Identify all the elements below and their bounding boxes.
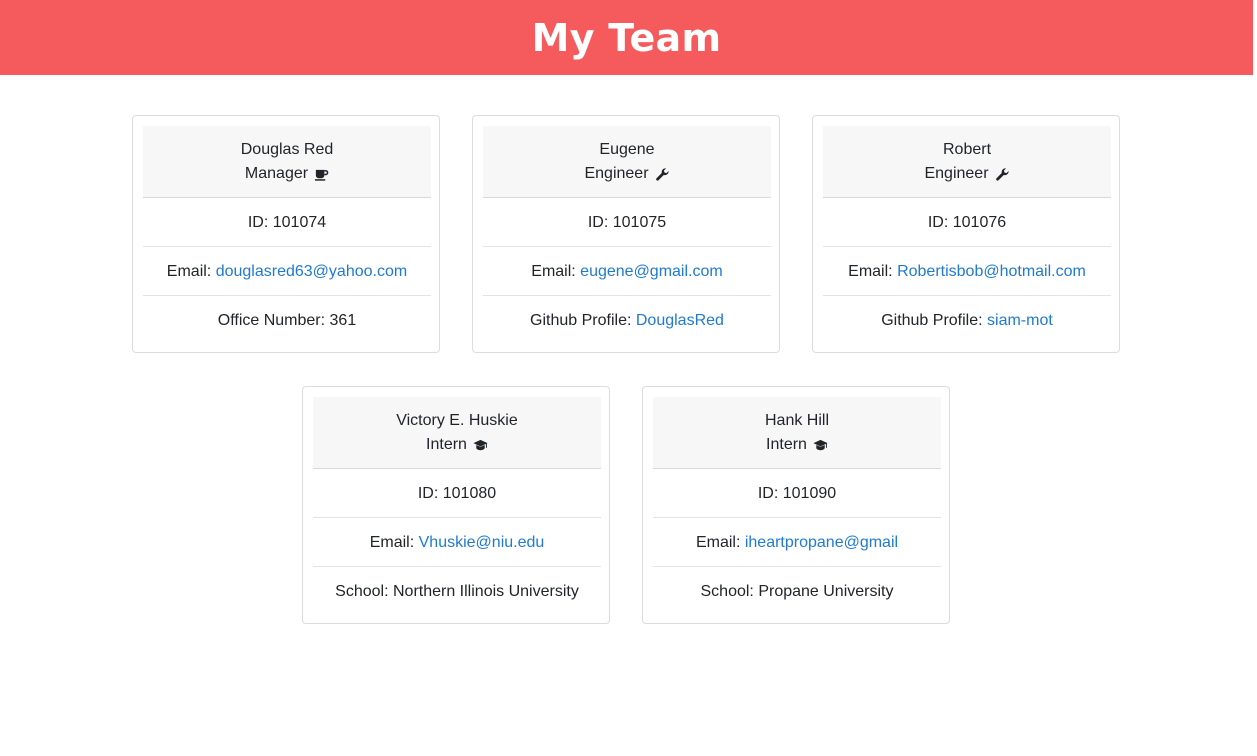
role-label: Engineer	[584, 165, 649, 182]
employee-id: ID: 101075	[483, 198, 771, 247]
employee-id: ID: 101090	[653, 469, 941, 518]
page-title: My Team	[531, 15, 722, 60]
email-label: Email:	[369, 534, 419, 551]
school-row: School: Propane University	[700, 583, 894, 600]
employee-name: Douglas Red	[240, 141, 334, 158]
employee-card-intern: Victory E. Huskie Intern ID: 101080 Emai…	[302, 386, 610, 624]
email-link[interactable]: iheartpropane@gmail	[745, 534, 898, 551]
employee-role: Manager	[245, 162, 329, 186]
github-link[interactable]: DouglasRed	[636, 312, 724, 329]
email-link[interactable]: eugene@gmail.com	[580, 263, 723, 280]
employee-id: ID: 101074	[143, 198, 431, 247]
employee-name: Hank Hill	[764, 412, 829, 429]
role-label: Engineer	[924, 165, 989, 182]
github-label: Github Profile:	[530, 312, 636, 329]
employee-email-row: Email: Vhuskie@niu.edu	[313, 518, 601, 567]
email-label: Email:	[531, 263, 581, 280]
email-label: Email:	[848, 263, 898, 280]
employee-email-row: Email: iheartpropane@gmail	[653, 518, 941, 567]
employee-id: ID: 101076	[823, 198, 1111, 247]
employee-card-engineer: Robert Engineer ID: 101076 Email: Robert…	[812, 115, 1120, 353]
card-header: Robert Engineer	[823, 126, 1111, 198]
role-label: Intern	[766, 436, 807, 453]
page-header: My Team	[0, 0, 1253, 75]
email-label: Email:	[166, 263, 216, 280]
role-label: Manager	[244, 165, 309, 182]
card-header: Hank Hill Intern	[653, 397, 941, 469]
github-link[interactable]: siam-mot	[987, 312, 1053, 329]
wrench-icon	[655, 167, 669, 181]
graduation-cap-icon	[473, 439, 488, 450]
employee-id: ID: 101080	[313, 469, 601, 518]
card-header: Victory E. Huskie Intern	[313, 397, 601, 469]
email-label: Email:	[695, 534, 745, 551]
graduation-cap-icon	[813, 439, 828, 450]
employee-card-manager: Douglas Red Manager ID: 101074 Email: do…	[132, 115, 440, 353]
email-link[interactable]: Vhuskie@niu.edu	[419, 534, 545, 551]
employee-name: Eugene	[599, 141, 655, 158]
employee-email-row: Email: eugene@gmail.com	[483, 247, 771, 296]
employee-email-row: Email: Robertisbob@hotmail.com	[823, 247, 1111, 296]
card-header: Douglas Red Manager	[143, 126, 431, 198]
employee-role: Engineer	[584, 162, 669, 186]
employee-role: Intern	[766, 433, 828, 457]
employee-name: Victory E. Huskie	[396, 412, 518, 429]
role-label: Intern	[426, 436, 467, 453]
coffee-mug-icon	[315, 169, 329, 181]
email-link[interactable]: Robertisbob@hotmail.com	[897, 263, 1086, 280]
employee-card-engineer: Eugene Engineer ID: 101075 Email: eugene…	[472, 115, 780, 353]
employee-role: Engineer	[924, 162, 1009, 186]
office-number: Office Number: 361	[217, 312, 357, 329]
github-profile-row: Github Profile: siam-mot	[823, 296, 1111, 345]
employee-email-row: Email: douglasred63@yahoo.com	[143, 247, 431, 296]
github-label: Github Profile:	[881, 312, 988, 329]
school-row: School: Northern Illinois University	[335, 583, 579, 600]
github-profile-row: Github Profile: DouglasRed	[483, 296, 771, 345]
card-header: Eugene Engineer	[483, 126, 771, 198]
employee-name: Robert	[942, 141, 992, 158]
employee-role: Intern	[426, 433, 488, 457]
email-link[interactable]: douglasred63@yahoo.com	[216, 263, 407, 280]
employee-card-intern: Hank Hill Intern ID: 101090 Email: ihear…	[642, 386, 950, 624]
wrench-icon	[995, 167, 1009, 181]
